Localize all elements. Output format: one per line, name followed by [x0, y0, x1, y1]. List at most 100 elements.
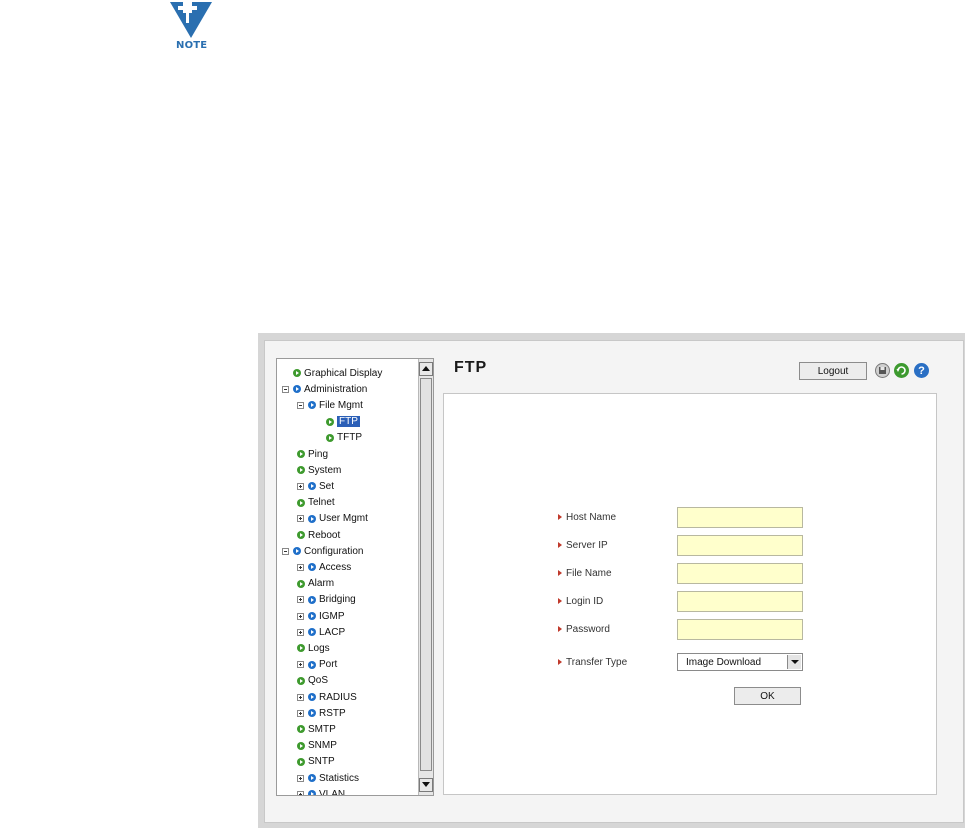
tree-item-label: User Mgmt — [319, 513, 368, 525]
node-arrow-icon — [308, 709, 316, 718]
scroll-down-button[interactable] — [419, 778, 433, 792]
field-label: File Name — [558, 567, 612, 579]
server-ip-input[interactable] — [677, 535, 803, 556]
field-label: Server IP — [558, 539, 608, 551]
tree-item[interactable]: Access — [297, 560, 351, 574]
tree-item-label: System — [308, 464, 342, 476]
tree-item[interactable]: VLAN — [297, 787, 345, 795]
tree-item[interactable]: RSTP — [297, 706, 346, 720]
tree-scrollbar[interactable] — [418, 359, 433, 795]
logout-button[interactable]: Logout — [799, 362, 867, 380]
chevron-down-icon[interactable] — [787, 655, 801, 669]
node-arrow-icon — [308, 595, 316, 604]
node-arrow-icon — [297, 725, 305, 734]
expand-icon[interactable] — [297, 709, 304, 717]
password-input[interactable] — [677, 619, 803, 640]
tree-item-label: Graphical Display — [304, 367, 383, 379]
tree-item[interactable]: Alarm — [297, 577, 334, 591]
file-name-input[interactable] — [677, 563, 803, 584]
tree-item-label: SNTP — [308, 756, 335, 768]
tree-item[interactable]: SNMP — [297, 739, 337, 753]
tree-item-label: Bridging — [319, 594, 356, 606]
tree-item[interactable]: LACP — [297, 625, 345, 639]
field-label: Login ID — [558, 595, 603, 607]
node-arrow-icon — [326, 417, 334, 426]
collapse-icon[interactable] — [297, 401, 304, 409]
scroll-up-button[interactable] — [419, 362, 433, 376]
navigation-tree: Graphical Display Administration File Mgmt… — [276, 358, 434, 796]
transfer-type-select[interactable]: Image Download — [677, 653, 803, 671]
login-id-input[interactable] — [677, 591, 803, 612]
tree-item-label: SNMP — [308, 740, 337, 752]
tree-item[interactable]: Telnet — [297, 496, 335, 510]
expand-icon[interactable] — [297, 596, 304, 604]
tree-item[interactable]: Statistics — [297, 771, 359, 785]
node-arrow-icon — [308, 660, 316, 669]
scroll-thumb[interactable] — [420, 378, 432, 771]
node-arrow-icon — [308, 628, 316, 637]
tree-item-label: File Mgmt — [319, 399, 363, 411]
collapse-icon[interactable] — [282, 385, 289, 393]
tree-item[interactable]: RADIUS — [297, 690, 357, 704]
tree-item-label: FTP — [337, 416, 360, 428]
label-marker-icon — [558, 514, 562, 520]
tree-item[interactable]: FTP — [326, 415, 360, 429]
tree-item[interactable]: SMTP — [297, 722, 336, 736]
node-arrow-icon — [297, 531, 305, 539]
expand-icon[interactable] — [297, 563, 304, 571]
label-marker-icon — [558, 598, 562, 604]
collapse-icon[interactable] — [282, 547, 289, 555]
expand-icon[interactable] — [297, 661, 304, 669]
tree-item-label: Alarm — [308, 578, 335, 590]
node-arrow-icon — [308, 790, 316, 795]
tree-item[interactable]: Set — [297, 479, 334, 493]
tree-item[interactable]: Administration — [282, 382, 367, 396]
tree-item[interactable]: Reboot — [297, 528, 340, 542]
tree-item-label: Statistics — [319, 772, 360, 784]
node-arrow-icon — [308, 612, 316, 620]
refresh-icon[interactable] — [894, 363, 909, 378]
tree-item-label: Telnet — [308, 497, 335, 509]
tree-item[interactable]: System — [297, 463, 341, 477]
tree-item-label: SMTP — [308, 723, 336, 735]
tree-item[interactable]: Logs — [297, 641, 330, 655]
expand-icon[interactable] — [297, 693, 304, 701]
field-label: Password — [558, 623, 610, 635]
transfer-type-label: Transfer Type — [558, 656, 627, 668]
expand-icon[interactable] — [297, 790, 304, 795]
tree-item-label: RADIUS — [319, 691, 357, 703]
node-arrow-icon — [293, 385, 301, 394]
expand-icon[interactable] — [297, 482, 304, 490]
field-label: Host Name — [558, 511, 616, 523]
expand-icon[interactable] — [297, 515, 304, 523]
node-arrow-icon — [297, 741, 305, 750]
expand-icon[interactable] — [297, 628, 304, 636]
host-name-input[interactable] — [677, 507, 803, 528]
tree-item[interactable]: Bridging — [297, 593, 356, 607]
tree-item[interactable]: TFTP — [326, 431, 362, 445]
label-marker-icon — [558, 570, 562, 576]
tree-item[interactable]: Port — [297, 658, 337, 672]
tree-item[interactable]: SNTP — [297, 755, 335, 769]
tree-item[interactable]: Ping — [297, 447, 328, 461]
tree-item-label: Reboot — [308, 529, 341, 541]
expand-icon[interactable] — [297, 774, 304, 782]
note-label: NOTE — [176, 40, 208, 51]
tree-item[interactable]: IGMP — [297, 609, 345, 623]
node-arrow-icon — [297, 757, 305, 766]
save-icon[interactable] — [875, 363, 890, 378]
tree-item[interactable]: QoS — [297, 674, 328, 688]
ok-button[interactable]: OK — [734, 687, 801, 705]
help-icon[interactable]: ? — [914, 363, 929, 378]
tree-item[interactable]: User Mgmt — [297, 512, 368, 526]
node-arrow-icon — [308, 774, 316, 782]
tree-item[interactable]: Configuration — [282, 544, 363, 558]
tree-item[interactable]: Graphical Display — [282, 366, 382, 380]
node-arrow-icon — [297, 498, 305, 507]
tree-item[interactable]: File Mgmt — [297, 398, 363, 412]
tree-item-label: LACP — [319, 626, 346, 638]
expand-icon[interactable] — [297, 612, 304, 620]
tree-item-label: Administration — [304, 383, 368, 395]
tree-item-label: RSTP — [319, 707, 346, 719]
node-arrow-icon — [293, 369, 301, 377]
